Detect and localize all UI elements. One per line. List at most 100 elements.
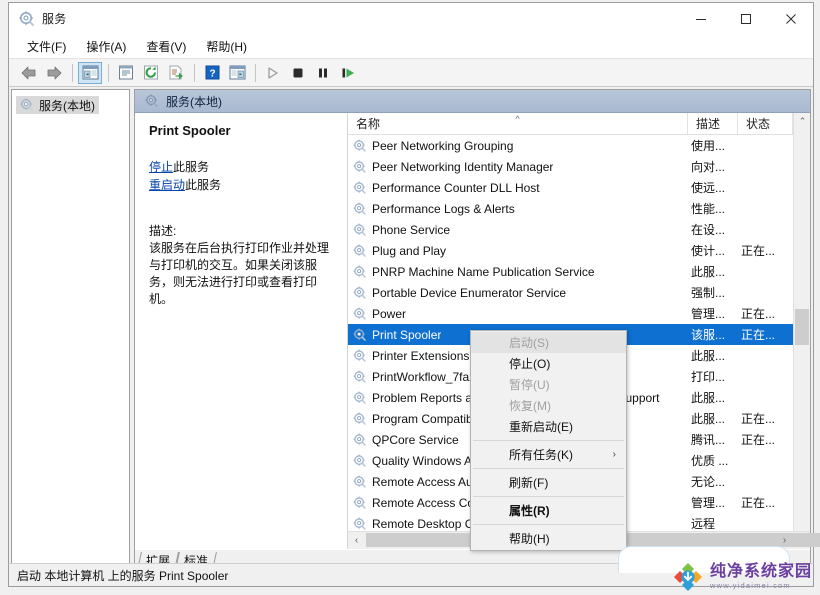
- menu-action[interactable]: 操作(A): [77, 36, 135, 57]
- ctx-restart[interactable]: 重新启动(E): [471, 416, 626, 437]
- status-bar-text: 启动 本地计算机 上的服务 Print Spooler: [17, 568, 229, 583]
- ctx-help-label: 帮助(H): [509, 532, 550, 546]
- vertical-scroll-thumb[interactable]: [795, 309, 809, 345]
- menu-view[interactable]: 查看(V): [137, 36, 195, 57]
- menu-separator: [473, 440, 624, 441]
- restart-service-link[interactable]: 重启动: [149, 178, 185, 192]
- stop-service-link[interactable]: 停止: [149, 160, 173, 174]
- table-row[interactable]: Portable Device Enumerator Service 强制...: [348, 282, 810, 303]
- table-row[interactable]: Peer Networking Grouping 使用...: [348, 135, 810, 156]
- export-list-button[interactable]: [164, 62, 188, 84]
- table-row[interactable]: PNRP Machine Name Publication Service 此服.…: [348, 261, 810, 282]
- start-service-icon: [268, 66, 278, 79]
- row-status-cell: 正在...: [741, 307, 776, 321]
- back-button[interactable]: [17, 62, 41, 84]
- restart-service-line: 重启动此服务: [149, 176, 339, 194]
- table-row[interactable]: Phone Service 在设...: [348, 219, 810, 240]
- row-status-cell: 正在...: [741, 496, 776, 510]
- chevron-right-icon: ›: [612, 449, 616, 460]
- watermark-title: 纯净系统家园: [709, 563, 812, 581]
- row-description-cell: 在设...: [691, 223, 726, 237]
- row-service-name: Plug and Play: [372, 243, 447, 258]
- row-description-cell: 管理...: [691, 307, 726, 321]
- pause-service-button[interactable]: [311, 62, 335, 84]
- detail-description-text: 该服务在后台执行打印作业并处理与打印机的交互。如果关闭该服务，则无法进行打印或查…: [149, 241, 330, 306]
- row-service-name: Peer Networking Identity Manager: [372, 159, 554, 174]
- restart-service-icon: [342, 68, 354, 77]
- start-service-button[interactable]: [261, 62, 285, 84]
- help-button[interactable]: ?: [200, 62, 224, 84]
- row-service-name: Performance Logs & Alerts: [372, 201, 515, 216]
- menu-separator: [473, 468, 624, 469]
- watermark-text: 纯净系统家园 www.yidaimei.com: [710, 564, 812, 590]
- row-description-cell: 无论...: [691, 475, 726, 489]
- table-row[interactable]: Performance Logs & Alerts 性能...: [348, 198, 810, 219]
- back-icon: [21, 66, 36, 79]
- column-header-name[interactable]: 名称 ^: [348, 113, 688, 134]
- scroll-left-button[interactable]: ‹: [348, 532, 365, 549]
- maximize-icon: [740, 13, 751, 24]
- ctx-properties-label: 属性(R): [509, 504, 550, 518]
- service-detail-pane: Print Spooler 停止此服务 重启动此服务 描述: 该服务在后台执行打…: [135, 113, 348, 549]
- table-row[interactable]: Performance Counter DLL Host 使远...: [348, 177, 810, 198]
- menu-bar: 文件(F) 操作(A) 查看(V) 帮助(H): [9, 34, 813, 58]
- service-gear-icon: [353, 412, 366, 425]
- menu-file[interactable]: 文件(F): [18, 36, 75, 57]
- ctx-stop[interactable]: 停止(O): [471, 353, 626, 374]
- service-gear-icon: [353, 391, 366, 404]
- service-gear-icon: [353, 433, 366, 446]
- service-gear-icon: [353, 454, 366, 467]
- table-row[interactable]: Peer Networking Identity Manager 向对...: [348, 156, 810, 177]
- detail-description-label: 描述:: [149, 224, 177, 238]
- row-description-cell: 打印...: [691, 370, 726, 384]
- service-gear-icon: [353, 139, 366, 152]
- sort-ascending-icon: ^: [515, 114, 520, 124]
- vertical-scrollbar[interactable]: ⌃ ⌄: [793, 113, 810, 549]
- watermark: 纯净系统家园 www.yidaimei.com: [673, 562, 812, 592]
- table-row[interactable]: Power 管理... 正在...: [348, 303, 810, 324]
- restart-service-button[interactable]: [336, 62, 360, 84]
- maximize-button[interactable]: [723, 3, 768, 34]
- forward-icon: [47, 66, 62, 79]
- forward-button[interactable]: [42, 62, 66, 84]
- watermark-url: www.yidaimei.com: [709, 581, 791, 591]
- scroll-up-button[interactable]: ⌃: [794, 113, 811, 130]
- row-status-cell: 正在...: [741, 244, 776, 258]
- column-header-description-label: 描述: [696, 117, 721, 131]
- row-description-cell: 使远...: [691, 181, 726, 195]
- close-button[interactable]: [768, 3, 813, 34]
- service-context-menu: 启动(S) 停止(O) 暂停(U) 恢复(M) 重新启动(E) 所有任务(K) › 刷新(F)…: [470, 330, 627, 551]
- toolbar-separator-4: [255, 63, 256, 82]
- services-window: 服务 文件(F) 操作(A) 查看(V) 帮助(H) ? 服务(本地) 服务(本…: [8, 2, 820, 572]
- column-header-description[interactable]: 描述: [688, 113, 738, 134]
- menu-help[interactable]: 帮助(H): [197, 36, 256, 57]
- table-row[interactable]: Plug and Play 使计... 正在...: [348, 240, 810, 261]
- row-description-cell: 该服...: [691, 328, 726, 342]
- show-console-tree-icon: [82, 65, 98, 80]
- watermark-logo-icon: [673, 563, 702, 591]
- stop-service-button[interactable]: [286, 62, 310, 84]
- ctx-resume-label: 恢复(M): [509, 399, 551, 413]
- service-gear-icon: [353, 286, 366, 299]
- ctx-properties[interactable]: 属性(R): [471, 500, 626, 521]
- ctx-all-tasks[interactable]: 所有任务(K) ›: [471, 444, 626, 465]
- ctx-help[interactable]: 帮助(H): [471, 528, 626, 549]
- row-status-cell: 正在...: [741, 412, 776, 426]
- window-controls: [678, 3, 813, 34]
- row-service-name: Phone Service: [372, 222, 451, 237]
- row-name-cell: Plug and Play: [348, 244, 688, 258]
- refresh-button[interactable]: [139, 62, 163, 84]
- row-service-name: Power: [372, 306, 407, 321]
- row-description-cell: 此服...: [691, 412, 726, 426]
- column-header-status[interactable]: 状态: [738, 113, 793, 134]
- ctx-refresh[interactable]: 刷新(F): [471, 472, 626, 493]
- column-header-status-label: 状态: [746, 117, 771, 131]
- detail-service-title: Print Spooler: [149, 123, 231, 138]
- properties-icon: [119, 65, 133, 80]
- show-console-tree-button[interactable]: [78, 61, 102, 84]
- tree-item-services-local[interactable]: 服务(本地): [16, 96, 99, 114]
- minimize-button[interactable]: [678, 3, 723, 34]
- properties-button[interactable]: [114, 62, 138, 84]
- list-column-headers: 名称 ^ 描述 状态: [348, 113, 810, 135]
- show-action-pane-button[interactable]: [225, 62, 249, 84]
